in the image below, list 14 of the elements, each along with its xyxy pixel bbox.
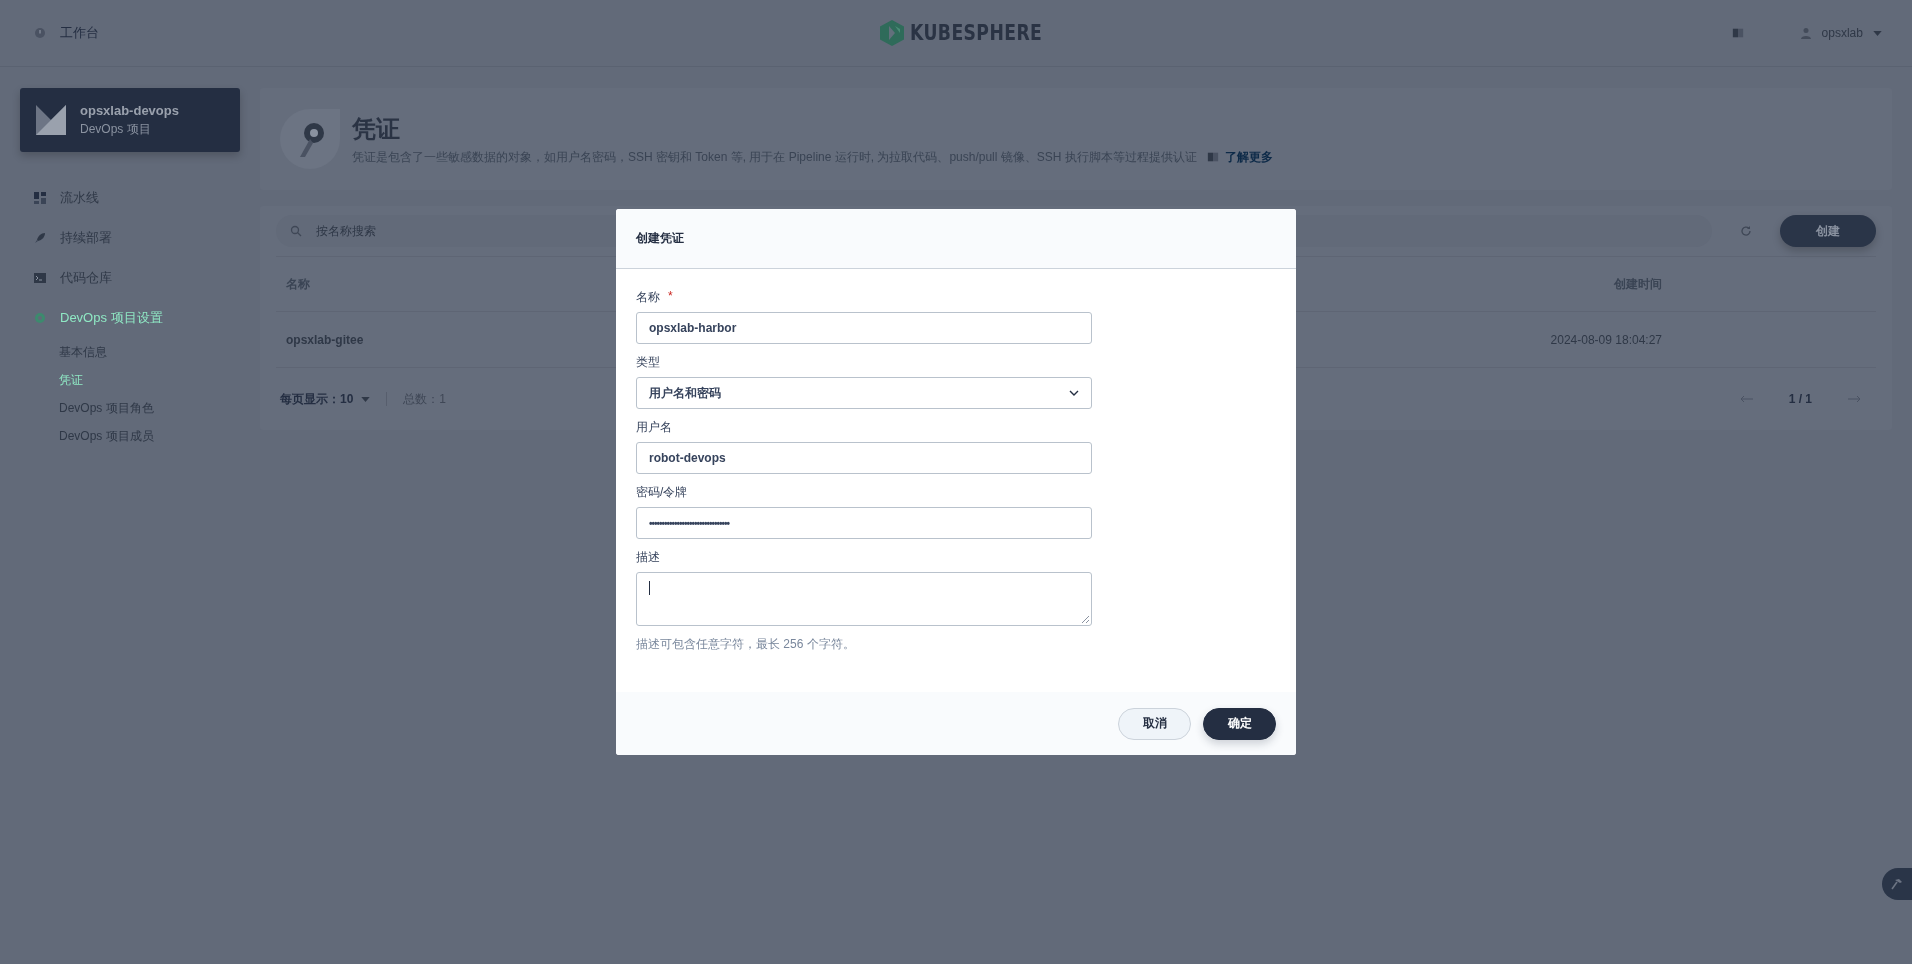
dialog-title: 创建凭证: [636, 230, 684, 247]
project-type: DevOps 项目: [80, 120, 152, 138]
page-title: 凭证: [352, 113, 401, 144]
page-size-label: 每页显示：: [280, 390, 340, 408]
field-label: 类型: [636, 354, 660, 371]
logo-text: KUBESPHERE: [909, 21, 1042, 45]
field-label: 描述: [636, 549, 660, 566]
field-label: 用户名: [636, 419, 672, 436]
project-name: opsxlab-devops: [80, 102, 179, 118]
page-indicator: 1 / 1: [1788, 392, 1812, 406]
required-mark: *: [668, 289, 673, 305]
field-label: 密码/令牌: [636, 484, 688, 501]
field-label: 名称: [636, 289, 660, 306]
field-hint: 描述可包含任意字符，最长 256 个字符。: [636, 636, 856, 653]
